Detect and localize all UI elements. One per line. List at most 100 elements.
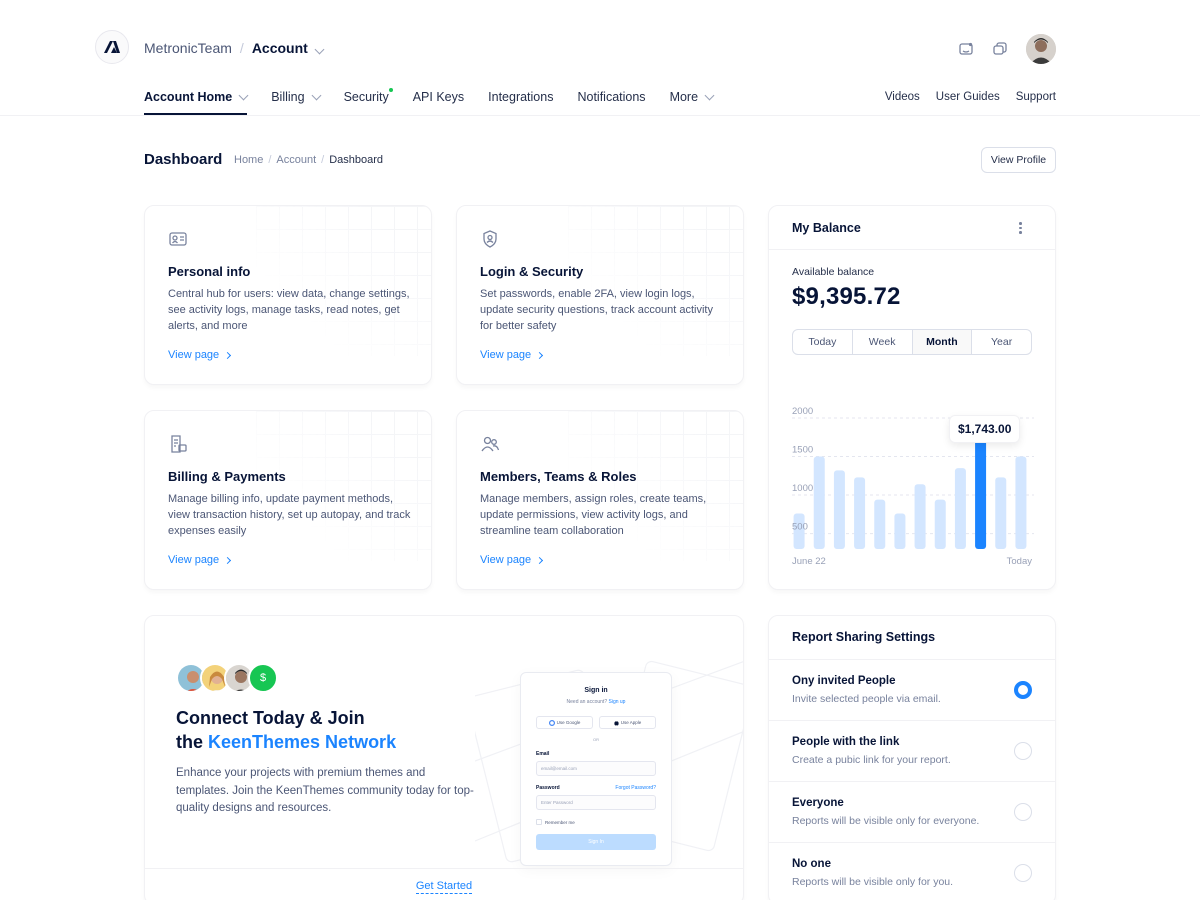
members-teams-card: Members, Teams & Roles Manage members, a… bbox=[456, 410, 744, 590]
sharing-option-link[interactable]: People with the link Create a pubic link… bbox=[769, 721, 1055, 782]
y-tick-label: 2000 bbox=[792, 406, 813, 417]
preview-remember-label: Remember me bbox=[545, 819, 575, 825]
view-profile-button[interactable]: View Profile bbox=[981, 147, 1056, 173]
shield-user-icon bbox=[480, 229, 500, 249]
preview-apple-label: Use Apple bbox=[620, 720, 642, 725]
account-dropdown[interactable]: Account bbox=[252, 40, 325, 56]
preview-forgot-link: Forgot Password? bbox=[615, 785, 656, 791]
x-axis-end-label: Today bbox=[1006, 556, 1032, 567]
link-label: View page bbox=[168, 554, 220, 566]
chart-bar[interactable] bbox=[894, 513, 906, 549]
preview-subtitle: Need an account? Sign up bbox=[521, 699, 671, 705]
heading-line-1: Connect Today & Join bbox=[176, 708, 365, 728]
nav-item-integrations[interactable]: Integrations bbox=[488, 80, 553, 115]
chart-bar[interactable] bbox=[813, 456, 825, 549]
top-header: MetronicTeam / Account Account Home Bill… bbox=[0, 0, 1200, 116]
app-logo[interactable] bbox=[95, 30, 129, 64]
view-page-link[interactable]: View page bbox=[168, 349, 232, 361]
chart-bar[interactable] bbox=[833, 470, 845, 549]
nav-item-api-keys[interactable]: API Keys bbox=[413, 80, 464, 115]
preview-title: Sign in bbox=[584, 687, 608, 694]
option-description: Reports will be visible only for you. bbox=[792, 876, 954, 888]
balance-amount: $9,395.72 bbox=[792, 283, 901, 310]
preview-google-label: Use Google bbox=[556, 720, 581, 725]
chart-bar[interactable] bbox=[995, 477, 1007, 549]
balance-card: My Balance Available balance $9,395.72 T… bbox=[768, 205, 1056, 590]
nav-item-account-home[interactable]: Account Home bbox=[144, 80, 249, 115]
main-nav: Account Home Billing Security API Keys I… bbox=[144, 80, 715, 115]
preview-password-label: Password bbox=[536, 785, 560, 791]
chart-bar[interactable] bbox=[934, 499, 946, 549]
card-description: Manage members, assign roles, create tea… bbox=[480, 493, 707, 537]
breadcrumb-separator: / bbox=[321, 154, 325, 166]
view-page-link[interactable]: View page bbox=[480, 349, 544, 361]
radio-selected[interactable] bbox=[1014, 681, 1032, 699]
nav-item-more[interactable]: More bbox=[670, 80, 715, 115]
sharing-option-no-one[interactable]: No one Reports will be visible only for … bbox=[769, 843, 1055, 900]
period-year[interactable]: Year bbox=[972, 330, 1031, 354]
y-tick-label: 1500 bbox=[792, 445, 813, 456]
balance-title: My Balance bbox=[792, 221, 861, 235]
connect-promo-card: $ Connect Today & Join the KeenThemes Ne… bbox=[144, 615, 744, 900]
nav-item-billing[interactable]: Billing bbox=[271, 80, 322, 115]
chart-bar[interactable] bbox=[954, 468, 966, 549]
view-page-link[interactable]: View page bbox=[480, 554, 544, 566]
chevron-down-icon bbox=[238, 90, 249, 101]
preview-signup-link: Sign up bbox=[608, 699, 626, 705]
chart-bar[interactable] bbox=[1015, 456, 1027, 549]
nav-label: Account Home bbox=[144, 90, 233, 104]
nav-item-notifications[interactable]: Notifications bbox=[577, 80, 645, 115]
heading-prefix: the bbox=[176, 732, 209, 752]
support-link[interactable]: Support bbox=[1016, 91, 1056, 103]
nav-label: Integrations bbox=[488, 90, 554, 104]
nav-item-security[interactable]: Security bbox=[344, 80, 393, 115]
option-title: People with the link bbox=[792, 736, 900, 748]
chat-icon[interactable] bbox=[992, 41, 1008, 57]
chart-bar[interactable] bbox=[854, 477, 866, 549]
user-guides-link[interactable]: User Guides bbox=[936, 91, 1000, 103]
card-title: Billing & Payments bbox=[168, 469, 286, 484]
sharing-option-invited[interactable]: Ony invited People Invite selected peopl… bbox=[769, 660, 1055, 721]
view-page-link[interactable]: View page bbox=[168, 554, 232, 566]
get-started-link[interactable]: Get Started bbox=[415, 880, 473, 894]
apple-icon bbox=[614, 720, 619, 725]
team-name[interactable]: MetronicTeam bbox=[144, 40, 232, 56]
videos-link[interactable]: Videos bbox=[885, 91, 920, 103]
chevron-right-icon bbox=[536, 556, 544, 564]
personal-info-card: Personal info Central hub for users: vie… bbox=[144, 205, 432, 385]
sharing-option-everyone[interactable]: Everyone Reports will be visible only fo… bbox=[769, 782, 1055, 843]
x-axis-start-label: June 22 bbox=[792, 556, 826, 567]
notification-message-icon[interactable] bbox=[958, 41, 974, 57]
billing-payments-card: Billing & Payments Manage billing info, … bbox=[144, 410, 432, 590]
option-description: Reports will be visible only for everyon… bbox=[792, 815, 980, 827]
preview-or: OR bbox=[593, 737, 599, 742]
y-tick-label: 500 bbox=[792, 522, 808, 533]
card-title: Login & Security bbox=[480, 264, 584, 279]
chevron-right-icon bbox=[536, 351, 544, 359]
breadcrumb-home[interactable]: Home bbox=[234, 154, 263, 166]
connect-footer: Get Started bbox=[145, 868, 743, 900]
login-security-card: Login & Security Set passwords, enable 2… bbox=[456, 205, 744, 385]
radio-unselected[interactable] bbox=[1014, 864, 1032, 882]
period-week[interactable]: Week bbox=[853, 330, 913, 354]
user-avatar[interactable] bbox=[1026, 34, 1056, 64]
chart-bar[interactable] bbox=[874, 499, 886, 549]
option-title: Ony invited People bbox=[792, 675, 896, 687]
chevron-right-icon bbox=[224, 351, 232, 359]
breadcrumb-account[interactable]: Account bbox=[276, 154, 316, 166]
community-avatars: $ bbox=[176, 663, 278, 693]
secondary-nav: Videos User Guides Support bbox=[885, 91, 1056, 103]
heading-line-2: the KeenThemes Network bbox=[176, 730, 396, 754]
period-month[interactable]: Month bbox=[912, 330, 973, 354]
period-today[interactable]: Today bbox=[793, 330, 853, 354]
breadcrumb-separator: / bbox=[239, 40, 244, 56]
more-vertical-icon[interactable] bbox=[1019, 222, 1022, 234]
chart-bar[interactable] bbox=[914, 484, 926, 549]
link-label: View page bbox=[480, 349, 532, 361]
radio-unselected[interactable] bbox=[1014, 803, 1032, 821]
chart-bar-highlight[interactable] bbox=[975, 437, 987, 549]
option-title: Everyone bbox=[792, 797, 844, 809]
radio-unselected[interactable] bbox=[1014, 742, 1032, 760]
page-title: Dashboard bbox=[144, 151, 223, 168]
card-description: Central hub for users: view data, change… bbox=[168, 288, 410, 332]
